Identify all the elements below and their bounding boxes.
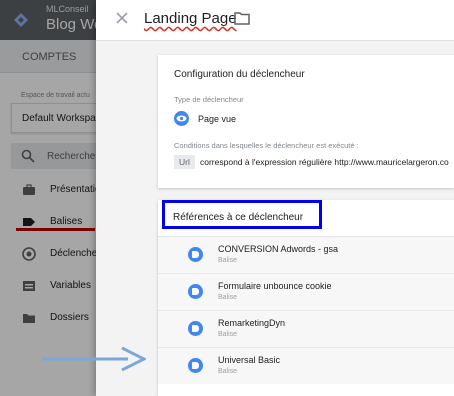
- folder-icon[interactable]: [234, 11, 250, 25]
- tag-kind: Balise: [218, 331, 238, 338]
- tag-row[interactable]: RemarketingDyn Balise: [158, 310, 454, 347]
- tag-icon: [188, 358, 203, 373]
- tag-icon: [188, 284, 203, 299]
- condition-variable-chip: Url: [174, 155, 195, 169]
- condition-text: correspond à l'expression régulière http…: [200, 157, 449, 167]
- tag-icon: [188, 247, 203, 262]
- tag-kind: Balise: [218, 368, 238, 375]
- tag-icon: [188, 321, 203, 336]
- references-card: Références à ce déclencheur CONVERSION A…: [158, 200, 454, 396]
- tag-name: CONVERSION Adwords - gsa: [218, 244, 339, 254]
- tag-kind: Balise: [218, 294, 238, 301]
- tag-row[interactable]: Universal Basic Balise: [158, 347, 454, 384]
- tag-row[interactable]: Formulaire unbounce cookie Balise: [158, 273, 454, 310]
- arrow-annotation-icon: [42, 346, 146, 372]
- trigger-type-value: Page vue: [198, 114, 237, 124]
- trigger-type-label: Type de déclencheur: [174, 95, 244, 104]
- tag-name: RemarketingDyn: [218, 318, 286, 328]
- eye-icon: [174, 111, 189, 126]
- panel-header: Landing Page: [96, 0, 454, 41]
- close-icon[interactable]: [114, 10, 130, 26]
- tag-kind: Balise: [218, 257, 238, 264]
- tag-name: Universal Basic: [218, 355, 281, 365]
- tag-row[interactable]: CONVERSION Adwords - gsa Balise: [158, 236, 454, 273]
- config-heading: Configuration du déclencheur: [174, 69, 305, 80]
- trigger-config-card[interactable]: Configuration du déclencheur Type de déc…: [158, 55, 454, 188]
- tag-name: Formulaire unbounce cookie: [218, 281, 332, 291]
- trigger-panel: Landing Page Configuration du déclencheu…: [96, 0, 454, 396]
- references-heading: Références à ce déclencheur: [173, 212, 304, 223]
- trigger-title[interactable]: Landing Page: [144, 10, 237, 27]
- conditions-label: Conditions dans lesquelles le déclencheu…: [174, 141, 359, 150]
